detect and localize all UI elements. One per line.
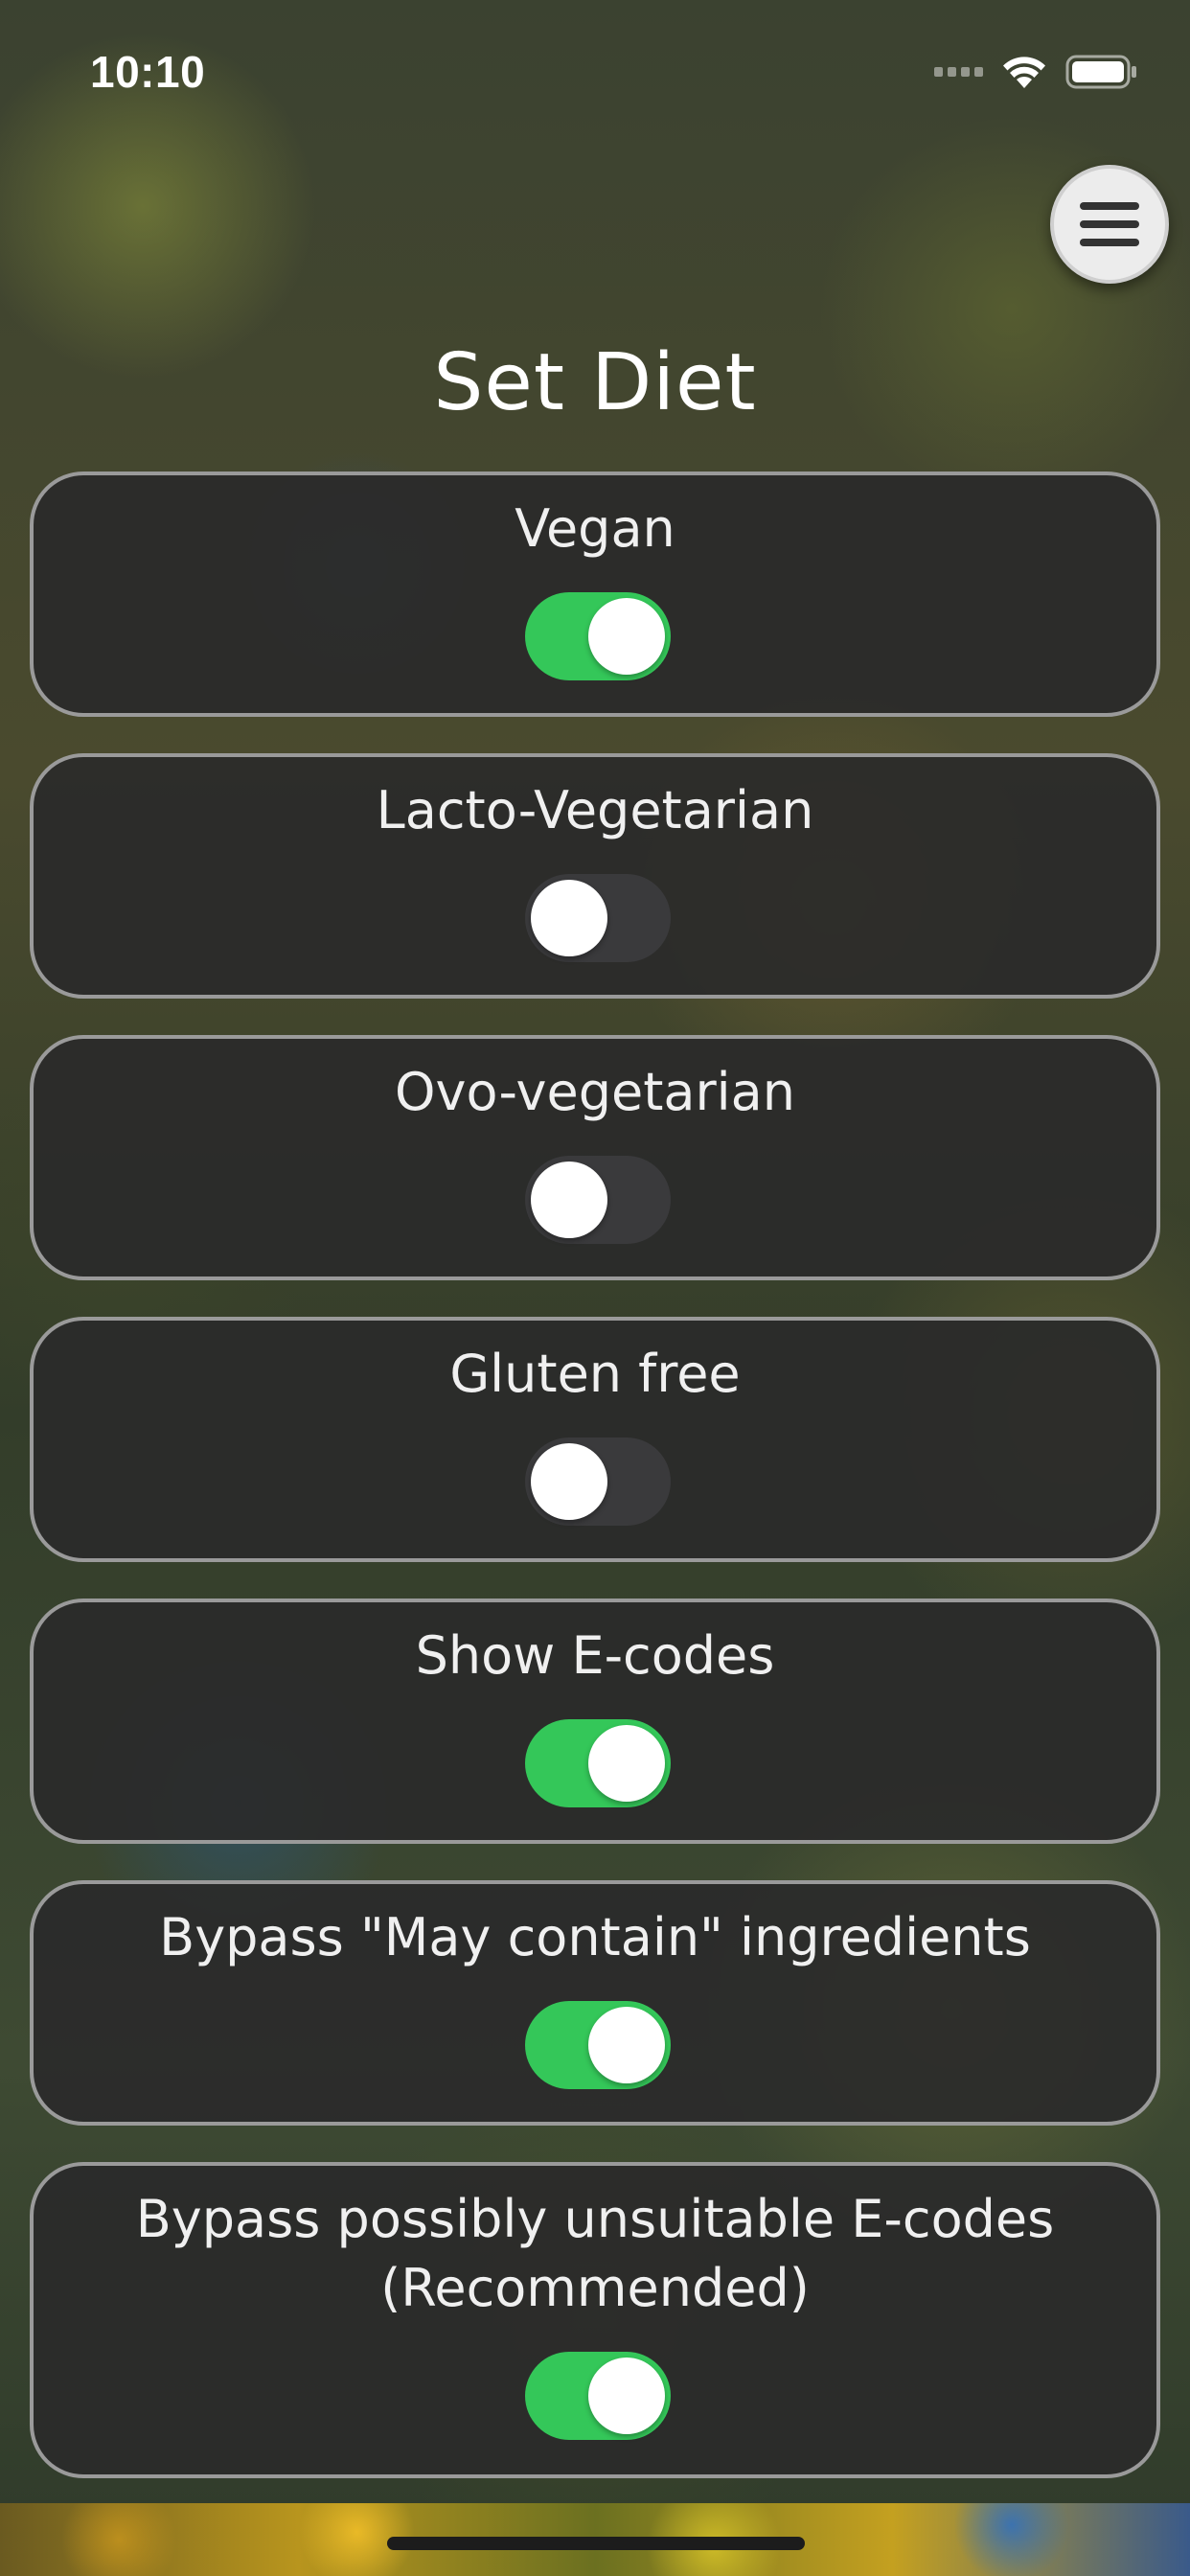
hamburger-menu-icon — [1080, 202, 1139, 246]
setting-card-bypass-unsuitable-e-codes: Bypass possibly unsuitable E-codes (Reco… — [30, 2162, 1160, 2478]
bypass-unsuitable-e-codes-toggle[interactable] — [525, 2352, 671, 2440]
setting-card-show-e-codes: Show E-codes — [30, 1598, 1160, 1844]
show-e-codes-toggle[interactable] — [525, 1719, 671, 1807]
setting-label-vegan: Vegan — [515, 498, 675, 559]
battery-icon — [1065, 55, 1136, 89]
diet-settings-list: Vegan Lacto-Vegetarian Ovo-vegetarian Gl… — [30, 472, 1160, 2515]
status-time: 10:10 — [90, 47, 206, 97]
bypass-may-contain-toggle[interactable] — [525, 2001, 671, 2089]
setting-card-ovo-vegetarian: Ovo-vegetarian — [30, 1035, 1160, 1280]
status-bar: 10:10 — [0, 0, 1190, 134]
setting-label-bypass-unsuitable-e-codes: Bypass possibly unsuitable E-codes (Reco… — [135, 2189, 1055, 2318]
toggle-knob — [531, 880, 607, 956]
lacto-vegetarian-toggle[interactable] — [525, 874, 671, 962]
setting-label-gluten-free: Gluten free — [449, 1344, 741, 1404]
toggle-knob — [588, 2358, 665, 2434]
ovo-vegetarian-toggle[interactable] — [525, 1156, 671, 1244]
vegan-toggle[interactable] — [525, 592, 671, 680]
toggle-knob — [588, 2007, 665, 2083]
toggle-knob — [531, 1162, 607, 1238]
setting-label-ovo-vegetarian: Ovo-vegetarian — [395, 1062, 795, 1122]
wifi-icon — [1003, 57, 1045, 88]
setting-label-lacto-vegetarian: Lacto-Vegetarian — [376, 780, 814, 840]
setting-label-bypass-may-contain: Bypass "May contain" ingredients — [159, 1907, 1031, 1967]
setting-label-show-e-codes: Show E-codes — [415, 1625, 775, 1686]
home-indicator — [387, 2537, 805, 2550]
gluten-free-toggle[interactable] — [525, 1438, 671, 1526]
setting-card-vegan: Vegan — [30, 472, 1160, 717]
setting-card-gluten-free: Gluten free — [30, 1317, 1160, 1562]
cellular-signal-icon — [934, 67, 983, 77]
menu-button[interactable] — [1050, 165, 1169, 284]
status-icons — [934, 54, 1138, 90]
toggle-knob — [588, 1725, 665, 1802]
toggle-knob — [588, 598, 665, 675]
setting-card-lacto-vegetarian: Lacto-Vegetarian — [30, 753, 1160, 999]
page-title: Set Diet — [433, 337, 757, 428]
setting-card-bypass-may-contain: Bypass "May contain" ingredients — [30, 1880, 1160, 2126]
toggle-knob — [531, 1443, 607, 1520]
